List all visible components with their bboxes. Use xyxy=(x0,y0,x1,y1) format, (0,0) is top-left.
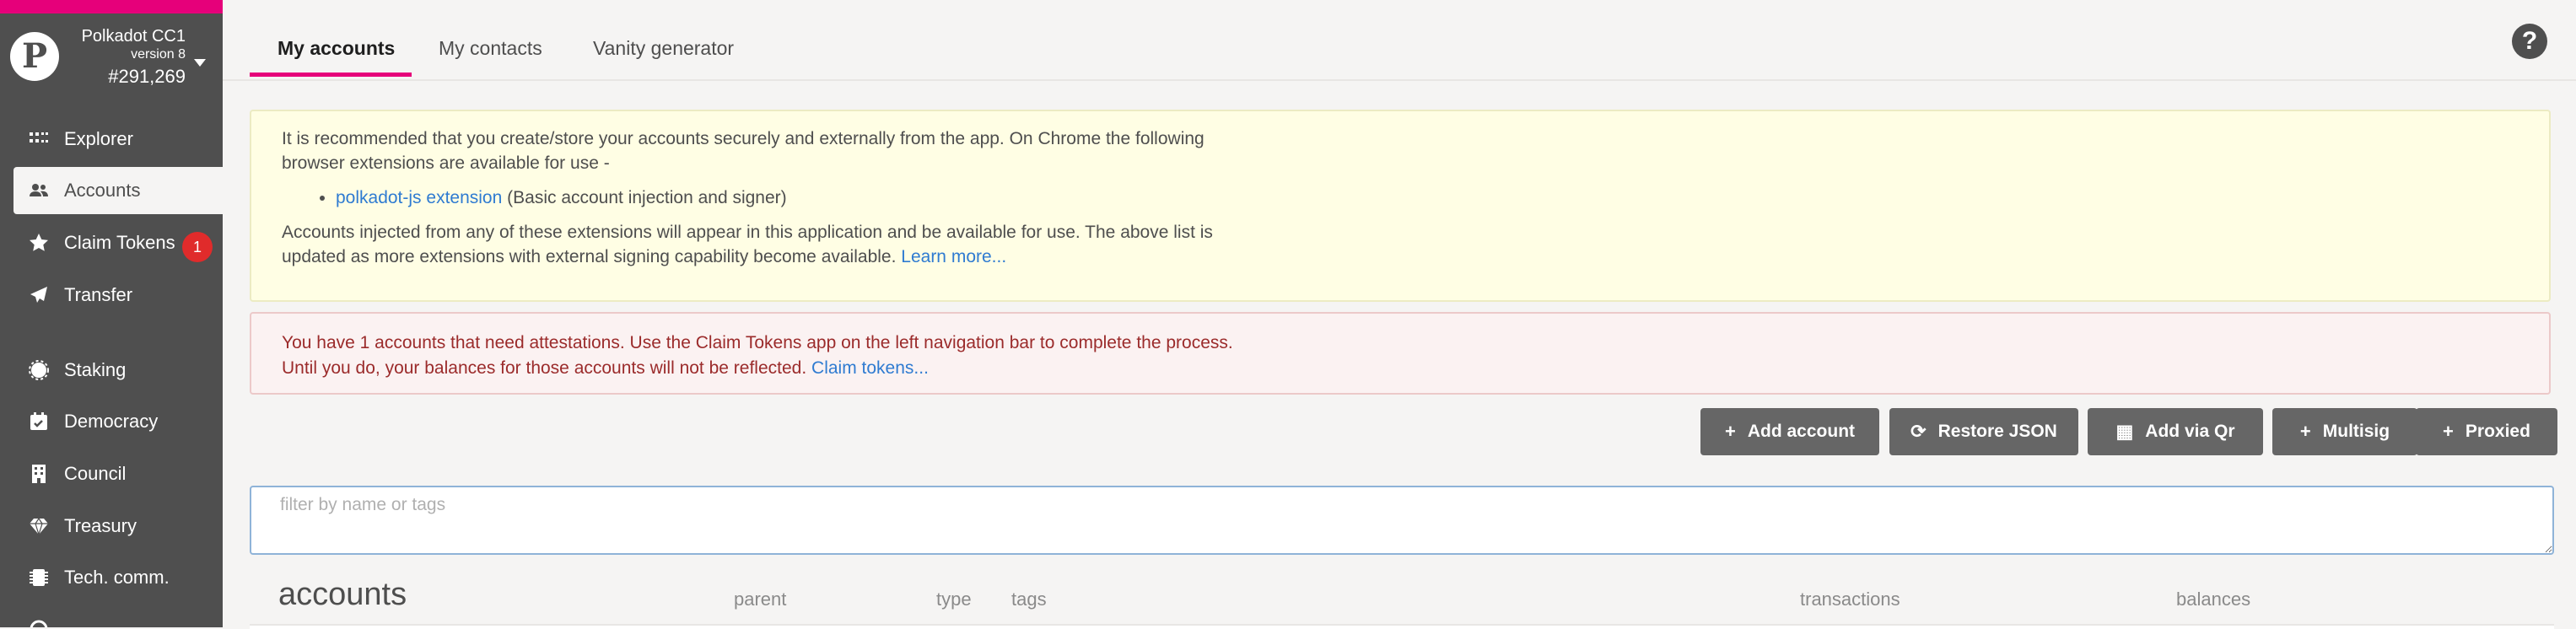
button-label: Proxied xyxy=(2465,422,2530,441)
sidebar-item-democracy[interactable]: Democracy xyxy=(13,398,223,445)
sidebar-item-label: Staking xyxy=(64,359,127,380)
sidebar-item-council[interactable]: Council xyxy=(13,450,223,497)
sidebar-item-label: Claim Tokens xyxy=(64,232,175,253)
column-header-transactions: transactions xyxy=(1800,589,1900,610)
qrcode-icon: ▦ xyxy=(2115,421,2134,442)
accounts-table-title: accounts xyxy=(278,577,407,612)
multisig-button[interactable]: + Multisig xyxy=(2272,408,2417,455)
extension-description: (Basic account injection and signer) xyxy=(507,188,787,207)
filter-input[interactable] xyxy=(250,486,2554,555)
star-icon xyxy=(30,234,48,251)
caret-down-icon xyxy=(194,59,206,67)
restore-json-button[interactable]: ⟳ Restore JSON xyxy=(1889,408,2078,455)
sidebar-item-accounts[interactable]: Accounts xyxy=(13,167,223,214)
column-header-tags: tags xyxy=(1011,589,1047,610)
building-icon xyxy=(32,465,46,483)
info-intro: It is recommended that you create/store … xyxy=(282,129,1204,173)
gem-icon xyxy=(30,517,48,536)
sidebar-item-partial[interactable] xyxy=(13,605,223,627)
sidebar-item-treasury[interactable]: Treasury xyxy=(13,503,223,550)
tab-vanity-generator[interactable]: Vanity generator xyxy=(593,37,734,60)
button-label: Restore JSON xyxy=(1937,422,2057,441)
extension-list: polkadot-js extension (Basic account inj… xyxy=(282,185,2519,210)
tab-bar xyxy=(223,0,2576,81)
info-message: It is recommended that you create/store … xyxy=(250,110,2551,302)
learn-more-link[interactable]: Learn more... xyxy=(901,247,1006,266)
attestation-warning: You have 1 accounts that need attestatio… xyxy=(250,312,2551,395)
microchip-icon xyxy=(30,569,48,586)
warning-text: You have 1 accounts that need attestatio… xyxy=(282,333,1233,378)
sidebar-item-label: Treasury xyxy=(64,515,137,536)
sidebar-item-label: Accounts xyxy=(64,180,141,201)
column-header-type: type xyxy=(936,589,972,610)
active-tab-indicator xyxy=(250,73,412,77)
table-row xyxy=(250,624,2554,629)
notification-badge: 1 xyxy=(182,232,213,262)
plus-icon: + xyxy=(2443,421,2454,442)
button-label: Add via Qr xyxy=(2145,422,2235,441)
calendar-check-icon xyxy=(30,412,47,430)
sidebar-item-tech-comm[interactable]: Tech. comm. xyxy=(13,554,223,601)
chain-name: Polkadot CC1 xyxy=(81,27,186,46)
info-outro-paragraph: Accounts injected from any of these exte… xyxy=(282,220,1252,269)
sidebar-item-explorer[interactable]: Explorer xyxy=(13,116,223,163)
sidebar-item-staking[interactable]: Staking xyxy=(13,347,223,394)
tab-my-contacts[interactable]: My contacts xyxy=(439,37,542,60)
plus-icon: + xyxy=(2299,421,2311,442)
column-header-parent: parent xyxy=(734,589,787,610)
sidebar: P Polkadot CC1 version 8 #291,269 Explor… xyxy=(0,0,223,627)
claim-tokens-link[interactable]: Claim tokens... xyxy=(811,358,929,378)
sidebar-item-label: Tech. comm. xyxy=(64,567,170,588)
chain-block-number: #291,269 xyxy=(108,66,186,87)
sidebar-item-transfer[interactable]: Transfer xyxy=(13,271,223,319)
extension-link[interactable]: polkadot-js extension xyxy=(336,188,502,207)
button-label: Add account xyxy=(1747,422,1856,441)
sidebar-item-claim-tokens[interactable]: Claim Tokens 1 xyxy=(13,219,223,266)
sidebar-item-label: Transfer xyxy=(64,284,133,305)
button-label: Multisig xyxy=(2322,422,2390,441)
certificate-icon xyxy=(29,360,49,380)
sync-icon: ⟳ xyxy=(1910,421,1927,442)
paper-plane-icon xyxy=(30,287,47,303)
list-item: polkadot-js extension (Basic account inj… xyxy=(336,185,2519,210)
add-account-button[interactable]: + Add account xyxy=(1700,408,1879,455)
sidebar-accent-bar xyxy=(0,0,223,13)
tab-my-accounts[interactable]: My accounts xyxy=(278,37,395,60)
partial-nav-icon xyxy=(30,620,48,627)
add-via-qr-button[interactable]: ▦ Add via Qr xyxy=(2088,408,2263,455)
sidebar-item-label: Explorer xyxy=(64,128,133,149)
polkadot-logo-icon: P xyxy=(10,32,59,81)
info-outro: Accounts injected from any of these exte… xyxy=(282,223,1213,266)
plus-icon: + xyxy=(1724,421,1736,442)
column-header-balances: balances xyxy=(2176,589,2251,610)
sidebar-item-label: Council xyxy=(64,463,127,484)
users-icon xyxy=(30,184,48,196)
explorer-icon xyxy=(30,132,48,142)
chain-version: version 8 xyxy=(131,47,186,62)
sidebar-item-label: Democracy xyxy=(64,411,159,432)
warning-paragraph: You have 1 accounts that need attestatio… xyxy=(282,331,1252,381)
help-icon[interactable]: ? xyxy=(2512,24,2547,59)
proxied-button[interactable]: + Proxied xyxy=(2416,408,2557,455)
chain-selector[interactable]: P Polkadot CC1 version 8 #291,269 xyxy=(0,13,223,98)
